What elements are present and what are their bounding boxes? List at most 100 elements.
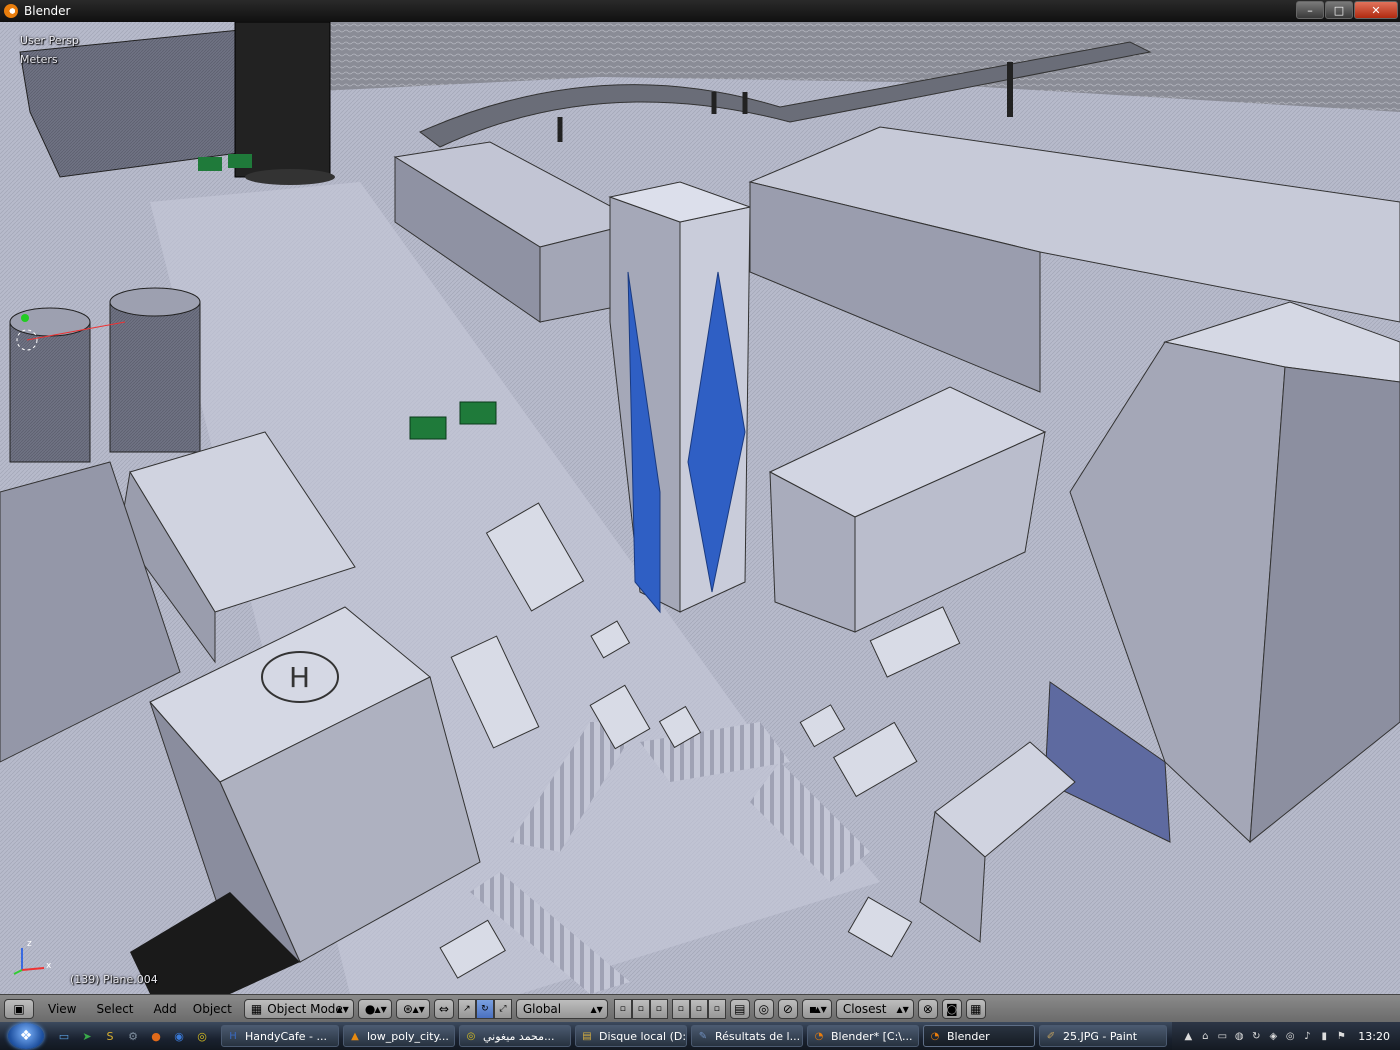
road-sign [409,416,447,440]
flag-icon[interactable]: ⚑ [1334,1029,1348,1043]
road-sign [228,154,252,168]
mode-dropdown[interactable]: ▦ Object Mode ▲▼ [243,999,354,1019]
active-object-info: (139) Plane.004 [70,973,158,986]
tower-base [245,169,335,185]
shield-icon[interactable]: ◈ [1266,1029,1280,1043]
scale-manipulator-button[interactable]: ⤢ [493,999,512,1019]
taskbar-button[interactable]: ✐ 25.JPG - Paint [1039,1025,1167,1047]
chrome-icon[interactable]: ◎ [193,1027,211,1045]
chat-icon[interactable]: ◍ [1232,1029,1246,1043]
select-menu[interactable]: Select [96,1002,133,1016]
silo-top [109,287,201,317]
magnet-icon: ⊘ [782,1002,793,1016]
lock-layers-button[interactable]: ▤ [729,999,750,1019]
pivot-dropdown[interactable]: ⊛ ▲▼ [395,999,430,1019]
orientation-value: Global [522,1002,562,1016]
layer-button[interactable]: ▫ [631,999,650,1019]
window-title-bar: Blender – □ ✕ [0,0,1400,22]
taskbar-button-label: Résultats de l... [715,1029,801,1043]
clock[interactable]: 13:20 [1358,1030,1390,1043]
transform-orientation-dropdown[interactable]: Global ▲▼ [515,999,608,1019]
view-menu[interactable]: View [48,1002,76,1016]
taskbar-button-label: Disque local (D:) [599,1029,687,1043]
translate-manipulator-button[interactable]: ↗ [457,999,476,1019]
render-animation-button[interactable]: ▦ [965,999,986,1019]
blender-icon: ◔ [930,1030,940,1042]
align-icon: ⊗ [922,1002,933,1016]
taskbar-button[interactable]: ◎ محمد ميغوني... [459,1025,571,1047]
monitor-icon[interactable]: ▭ [1215,1029,1229,1043]
proportional-edit-button[interactable]: ◎ [753,999,774,1019]
windows-taskbar: ❖ ▭ ➤ S ⚙ ● ◉ ◎ H HandyCafe - ... ▲ low_poly_city… [0,1022,1400,1050]
network-icon[interactable]: ⌂ [1198,1029,1212,1043]
handycafe-icon: H [229,1030,237,1042]
windows-logo-icon: ❖ [19,1028,33,1044]
volume-icon[interactable]: ♪ [1300,1029,1314,1043]
road-sign [459,401,497,425]
battery-icon[interactable]: ▮ [1317,1029,1331,1043]
layer-button[interactable]: ▫ [671,999,690,1019]
layer-button[interactable]: ▫ [649,999,668,1019]
folder-icon: ▤ [582,1030,592,1042]
firefox-icon[interactable]: ● [147,1027,165,1045]
desktop-icon[interactable]: ▭ [55,1027,73,1045]
object-mode-icon: ▦ [250,1002,263,1016]
taskbar-button[interactable]: H HandyCafe - ... [221,1025,339,1047]
dropdown-arrow-icon: ▲▼ [336,1004,349,1014]
taskbar-button[interactable]: ▲ low_poly_city... [343,1025,455,1047]
arrow-icon[interactable]: ➤ [78,1027,96,1045]
maximize-button[interactable]: □ [1325,1,1353,19]
globe-icon[interactable]: ◎ [1283,1029,1297,1043]
layer-button[interactable]: ▫ [613,999,632,1019]
snap-element-type-dropdown[interactable]: ▪ ▲▼ [801,999,832,1019]
rotate-icon: ↻ [481,1004,489,1014]
taskbar-button[interactable]: ▤ Disque local (D:) [575,1025,687,1047]
origin-dot [21,314,29,322]
translate-icon: ↗ [463,1004,471,1014]
quick-launch-bar: ▭ ➤ S ⚙ ● ◉ ◎ [50,1027,211,1045]
tray-icons: ▲ ⌂ ▭ ◍ ↻ ◈ ◎ ♪ ▮ ⚑ [1178,1029,1348,1043]
update-icon[interactable]: ↻ [1249,1029,1263,1043]
helipad-letter: H [289,661,310,694]
dropdown-arrow-icon: ▲▼ [814,1004,827,1014]
layer-buttons-group-2: ▫ ▫ ▫ [671,999,726,1019]
render-still-button[interactable]: ◙ [941,999,962,1019]
sabi-icon[interactable]: S [101,1027,119,1045]
vlc-icon: ▲ [351,1030,359,1042]
vlc-icon[interactable]: ▲ [1181,1029,1195,1043]
rotate-manipulator-button[interactable]: ↻ [475,999,494,1019]
taskbar-button[interactable]: ◔ Blender* [C:\... [807,1025,919,1047]
layer-button[interactable]: ▫ [689,999,708,1019]
editor-type-button[interactable]: ▣ [4,999,34,1019]
shading-dropdown[interactable]: ● ▲▼ [357,999,392,1019]
gizmo-z-label: z [27,939,32,949]
blender-logo-icon [4,4,18,18]
snap-target-value: Closest [842,1002,887,1016]
silo-top [9,307,91,337]
snap-toggle-button[interactable]: ⊘ [777,999,798,1019]
start-button[interactable]: ❖ [8,1023,44,1049]
dropdown-arrow-icon: ▲▼ [590,1004,603,1014]
taskbar-window-list: H HandyCafe - ... ▲ low_poly_city... ◎ محمد م… [217,1025,1167,1047]
snap-target-dropdown[interactable]: Closest ▲▼ [835,999,914,1019]
snap-align-rotation-button[interactable]: ⊗ [917,999,938,1019]
settings-icon[interactable]: ⚙ [124,1027,142,1045]
view-perspective-label: User Persp [20,34,79,47]
add-menu[interactable]: Add [154,1002,177,1016]
chrome-icon: ◎ [466,1030,476,1042]
object-menu[interactable]: Object [193,1002,232,1016]
taskbar-button[interactable]: ✎ Résultats de l... [691,1025,803,1047]
system-tray: ▲ ⌂ ▭ ◍ ↻ ◈ ◎ ♪ ▮ ⚑ 13:20 [1172,1022,1400,1050]
manipulator-toggle-button[interactable]: ⇔ [433,999,454,1019]
minimize-button[interactable]: – [1296,1,1324,19]
browser-icon[interactable]: ◉ [170,1027,188,1045]
scale-icon: ⤢ [499,1004,507,1014]
close-button[interactable]: ✕ [1354,1,1398,19]
tower-cylinder [234,22,331,178]
taskbar-button[interactable]: ◔ Blender [923,1025,1035,1047]
3d-viewport[interactable]: H z x User Persp Meters (139) Plane.004 [0,22,1400,994]
taskbar-button-label: low_poly_city... [367,1029,449,1043]
taskbar-button-label: Blender* [C:\... [831,1029,913,1043]
taskbar-button-label: HandyCafe - ... [245,1029,327,1043]
layer-button[interactable]: ▫ [707,999,726,1019]
